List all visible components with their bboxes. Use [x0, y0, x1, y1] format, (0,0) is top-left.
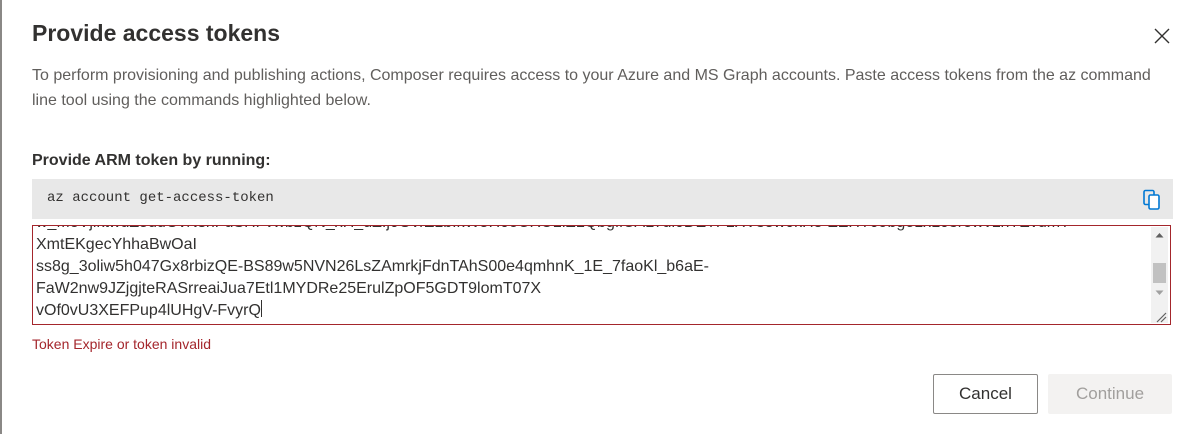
textarea-scrollbar[interactable] [1151, 227, 1168, 323]
text-caret [260, 300, 262, 317]
token-line: XmtEKgecYhhaBwOaI [36, 236, 197, 253]
token-text: w_MeVjlktwdZ5ddOvNsnFdSHFvwbzQN_xH_uZIj0… [36, 226, 1146, 322]
scroll-up-arrow-icon [1155, 233, 1164, 238]
scroll-thumb[interactable] [1153, 263, 1166, 283]
dialog-description: To perform provisioning and publishing a… [32, 67, 1151, 109]
command-text: az account get-access-token [47, 190, 274, 206]
continue-button[interactable]: Continue [1048, 374, 1172, 414]
token-error-message: Token Expire or token invalid [32, 336, 211, 352]
token-line: vOf0vU3XEFPup4lUHgV-FvyrQ [36, 302, 261, 319]
copy-command-button[interactable] [1142, 189, 1162, 211]
arm-token-label: Provide ARM token by running: [32, 152, 271, 169]
scroll-down-arrow-icon [1155, 290, 1164, 295]
scroll-down-button[interactable] [1151, 285, 1168, 301]
cancel-button[interactable]: Cancel [933, 374, 1038, 414]
token-line-last: vOf0vU3XEFPup4lUHgV-FvyrQ [36, 300, 1146, 322]
token-line: FaW2nw9JZjgjteRASrreaiJua7Etl1MYDRe25Eru… [36, 280, 542, 297]
arm-token-textarea[interactable]: w_MeVjlktwdZ5ddOvNsnFdSHFvwbzQN_xH_uZIj0… [32, 225, 1171, 325]
close-icon [1154, 28, 1170, 44]
token-line: w_MeVjlktwdZ5ddOvNsnFdSHFvwbzQN_xH_uZIj0… [36, 226, 1146, 234]
token-line: ss8g_3oliw5h047Gx8rbizQE-BS89w5NVN26LsZA… [36, 258, 709, 275]
dialog-title: Provide access tokens [32, 20, 281, 46]
access-tokens-dialog: Provide access tokens To perform provisi… [2, 0, 1183, 434]
resize-grip-icon[interactable] [1153, 309, 1167, 323]
close-button[interactable] [1150, 24, 1174, 48]
command-snippet: az account get-access-token [32, 179, 1173, 219]
copy-icon [1143, 189, 1160, 210]
scroll-up-button[interactable] [1151, 227, 1168, 243]
